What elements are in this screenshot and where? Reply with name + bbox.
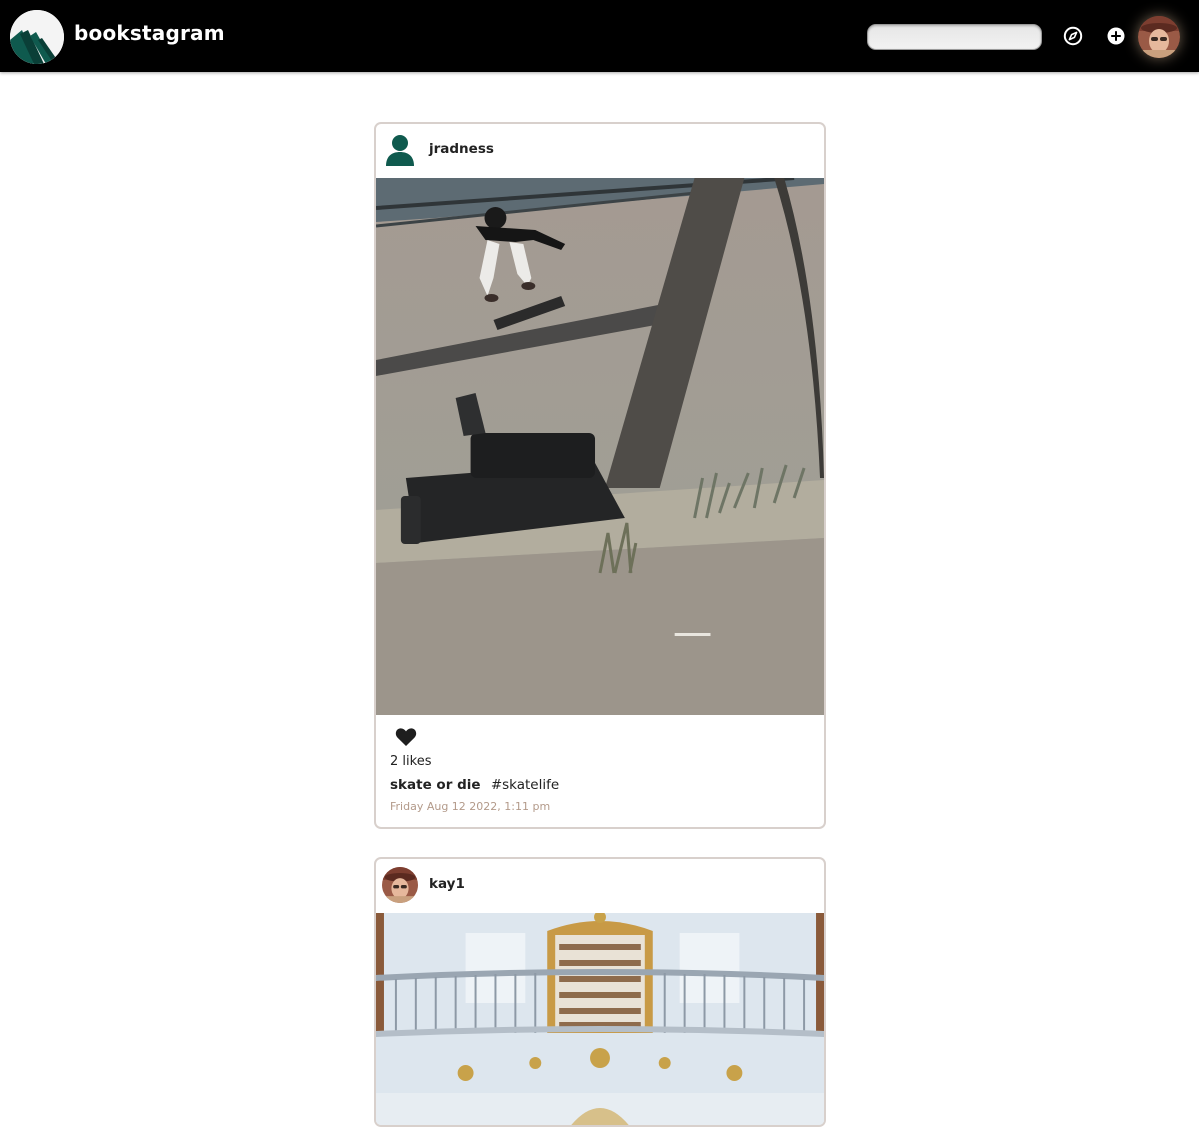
search-input[interactable] [867,24,1042,50]
bookstagram-logo-icon[interactable] [10,10,64,64]
post-header: kay1 [376,859,824,913]
like-count: 2 likes [390,754,432,769]
profile-avatar[interactable] [1138,16,1180,58]
default-person-icon[interactable] [382,132,418,168]
post-username[interactable]: kay1 [429,876,465,892]
post-image[interactable] [376,913,824,1127]
brand-name[interactable]: bookstagram [74,21,225,45]
post-timestamp: Friday Aug 12 2022, 1:11 pm [390,800,551,813]
post-header: jradness [376,124,824,178]
post-hashtag[interactable]: #skatelife [491,777,559,793]
post-image[interactable] [376,178,824,715]
post-caption: skate or die [390,777,481,793]
compass-icon[interactable] [1062,25,1084,47]
post-card: jradness 2 likes skate or die #skatelife… [374,122,826,829]
brand[interactable]: bookstagram [10,10,225,64]
top-nav-bar: bookstagram [0,0,1199,72]
user-avatar-photo[interactable] [382,867,418,903]
post-footer: 2 likes skate or die #skatelife Friday A… [376,715,824,813]
caption-row: skate or die #skatelife [390,777,810,793]
add-post-icon[interactable] [1106,26,1126,46]
post-card: kay1 [374,857,826,1127]
heart-icon[interactable] [395,727,417,747]
post-username[interactable]: jradness [429,141,494,157]
